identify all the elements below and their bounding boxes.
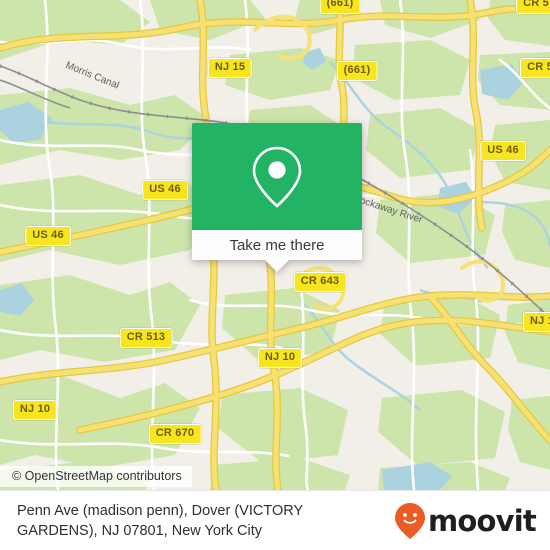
take-me-there-label: Take me there xyxy=(229,236,325,254)
screenshot-root: Morris Canal Rockaway River (661) CR 5 N… xyxy=(0,0,550,550)
map-canvas[interactable]: Morris Canal Rockaway River (661) CR 5 N… xyxy=(0,0,550,490)
road-shield[interactable]: NJ 10 xyxy=(12,400,58,420)
road-shield[interactable]: US 46 xyxy=(142,180,188,200)
marker-card-action[interactable]: Take me there xyxy=(192,230,362,260)
road-shield[interactable]: (661) xyxy=(319,0,361,14)
footer-bar: Penn Ave (madison penn), Dover (VICTORY … xyxy=(0,490,550,550)
road-shield[interactable]: US 46 xyxy=(25,226,71,246)
marker-card-pointer xyxy=(265,260,289,272)
moovit-wordmark: moovit xyxy=(428,504,537,538)
road-shield[interactable]: CR 5 xyxy=(520,58,550,78)
address-line-2: GARDENS), NJ 07801, New York City xyxy=(17,523,262,539)
road-shield[interactable]: NJ 15 xyxy=(207,58,253,78)
road-shield[interactable]: CR 643 xyxy=(293,272,347,292)
road-shield[interactable]: CR 5 xyxy=(516,0,550,14)
road-shield[interactable]: CR 670 xyxy=(148,424,202,444)
moovit-smiley-pin-icon xyxy=(395,503,426,539)
map-pin-icon xyxy=(252,146,302,208)
road-shield[interactable]: NJ 1 xyxy=(522,312,550,332)
address-line-1: Penn Ave (madison penn), Dover (VICTORY xyxy=(17,503,304,519)
location-marker-card[interactable]: Take me there xyxy=(192,123,362,272)
moovit-logo[interactable]: moovit xyxy=(394,502,550,540)
marker-card-header xyxy=(192,123,362,230)
road-shield[interactable]: CR 513 xyxy=(119,328,173,348)
address-text: Penn Ave (madison penn), Dover (VICTORY … xyxy=(0,501,394,541)
road-shield[interactable]: (661) xyxy=(336,61,378,81)
map-attribution[interactable]: © OpenStreetMap contributors xyxy=(0,466,192,487)
road-shield[interactable]: US 46 xyxy=(480,141,526,161)
road-shield[interactable]: NJ 10 xyxy=(257,348,303,368)
